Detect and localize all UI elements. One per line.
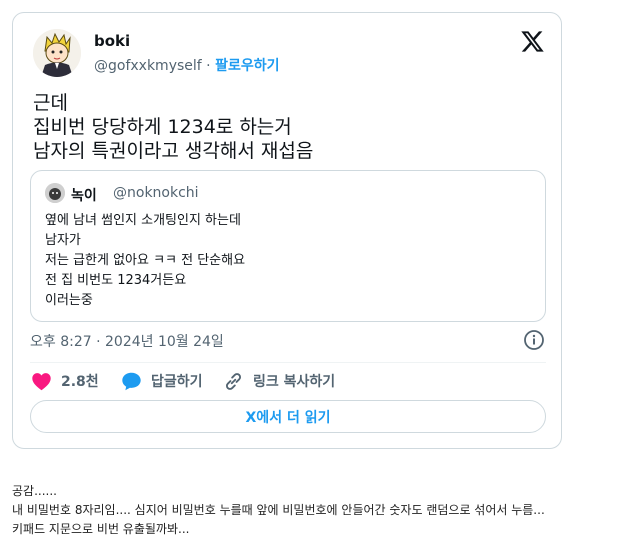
copy-link-button[interactable]: 링크 복사하기	[223, 369, 335, 393]
tweet-timestamp[interactable]: 오후 8:27 · 2024년 10월 24일	[30, 331, 224, 351]
quote-text-line: 이러는중	[45, 293, 93, 308]
author-avatar[interactable]	[33, 29, 81, 77]
reply-bubble-icon	[122, 372, 141, 391]
reply-button[interactable]: 답글하기	[121, 369, 203, 393]
post-body-text: 공감...... 내 비밀번호 8자리임.... 심지어 비밀번호 누를때 앞에…	[12, 482, 545, 539]
author-handle[interactable]: @gofxxkmyself	[94, 58, 202, 74]
like-button[interactable]: 2.8천	[31, 369, 99, 393]
embedded-tweet-card: boki @gofxxkmyself · 팔로우하기 근데 집비번 당당하게 1…	[12, 12, 562, 449]
like-count: 2.8천	[61, 374, 99, 390]
tweet-text: 근데 집비번 당당하게 1234로 하는거 남자의 특권이라고 생각해서 재섭음	[33, 91, 313, 163]
quote-author-name: 녹이	[71, 188, 97, 204]
info-icon[interactable]	[523, 329, 545, 351]
author-handle-line: @gofxxkmyself · 팔로우하기	[94, 55, 279, 75]
post-body-line: 공감......	[12, 484, 57, 498]
reply-label: 답글하기	[151, 374, 203, 390]
tweet-text-line: 남자의 특권이라고 생각해서 재섭음	[33, 140, 314, 162]
x-logo-icon[interactable]	[520, 29, 545, 54]
quote-author-avatar	[45, 183, 65, 203]
post-body-line: 내 비밀번호 8자리임.... 심지어 비밀번호 누를때 앞에 비밀번호에 안들…	[12, 503, 545, 517]
quote-text: 옆에 남녀 썸인지 소개팅인지 하는데 남자가 저는 급한게 없아요 ㅋㅋ 전 …	[45, 211, 245, 311]
quoted-tweet[interactable]: 녹이 @noknokchi 옆에 남녀 썸인지 소개팅인지 하는데 남자가 저는…	[30, 170, 546, 322]
separator: ·	[201, 58, 216, 74]
tweet-text-line: 집비번 당당하게 1234로 하는거	[33, 116, 292, 138]
read-more-on-x-button[interactable]: X에서 더 읽기	[30, 400, 546, 433]
quote-text-line: 저는 급한게 없아요 ㅋㅋ 전 단순해요	[45, 253, 246, 268]
tweet-text-line: 근데	[33, 92, 68, 114]
quote-text-line: 옆에 남녀 썸인지 소개팅인지 하는데	[45, 213, 241, 228]
author-name[interactable]: boki	[94, 32, 130, 50]
quote-text-line: 전 집 비번도 1234거든요	[45, 273, 187, 288]
link-icon	[226, 372, 241, 390]
quote-text-line: 남자가	[45, 233, 81, 248]
divider	[30, 362, 546, 363]
quote-author-handle: @noknokchi	[113, 185, 199, 201]
copy-link-label: 링크 복사하기	[253, 374, 336, 390]
heart-icon	[32, 373, 51, 391]
post-body-line: 키패드 지문으로 비번 유출될까봐...	[12, 522, 190, 536]
follow-button[interactable]: 팔로우하기	[215, 58, 279, 74]
